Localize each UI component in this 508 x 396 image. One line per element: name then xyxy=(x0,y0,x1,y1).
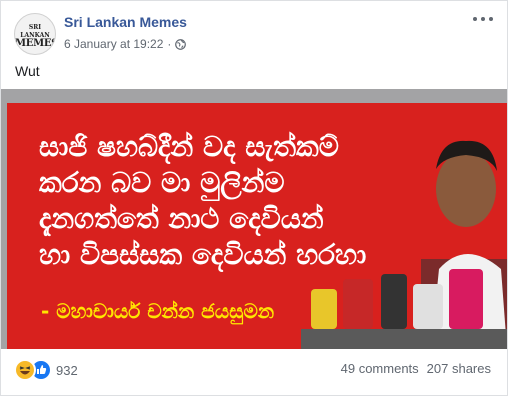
banner-line: කරන බව මා මුලින්ම xyxy=(39,166,285,199)
meta-separator: · xyxy=(167,37,172,51)
reaction-count: 932 xyxy=(56,362,78,378)
post-card: SRI LANKAN MEMES Sri Lankan Memes 6 Janu… xyxy=(0,0,508,396)
haha-icon xyxy=(14,359,36,381)
avatar-logo: SRI LANKAN MEMES xyxy=(15,24,56,49)
post-meta: 6 January at 19:22 · xyxy=(64,37,187,51)
post-stats: 49 comments 207 shares xyxy=(341,361,491,376)
banner-author: - මහාචාර්ය චන්න ජයසුමන xyxy=(41,299,275,323)
page-avatar[interactable]: SRI LANKAN MEMES xyxy=(14,13,56,55)
globe-icon[interactable] xyxy=(175,38,187,50)
more-options-icon[interactable] xyxy=(473,11,493,27)
shares-link[interactable]: 207 shares xyxy=(427,361,491,376)
post-footer: 932 49 comments 207 shares xyxy=(1,349,507,395)
banner-line: දැනගත්තේ නාථ දෙවියන් xyxy=(39,202,324,235)
page-name-link[interactable]: Sri Lankan Memes xyxy=(64,14,187,30)
post-caption: Wut xyxy=(15,63,40,79)
banner-text: සාජි ෂහබ්දීන් වද සැත්කම් කරන බව මා මුලින… xyxy=(39,129,439,273)
banner-line: සාජි ෂහබ්දීන් වද සැත්කම් xyxy=(39,130,339,163)
microphones xyxy=(301,269,507,349)
reactions-summary[interactable]: 932 xyxy=(14,359,78,381)
comments-link[interactable]: 49 comments xyxy=(341,361,419,376)
post-photo[interactable]: සාජි ෂහබ්දීන් වද සැත්කම් කරන බව මා මුලින… xyxy=(1,89,507,349)
post-timestamp[interactable]: 6 January at 19:22 xyxy=(64,37,163,51)
